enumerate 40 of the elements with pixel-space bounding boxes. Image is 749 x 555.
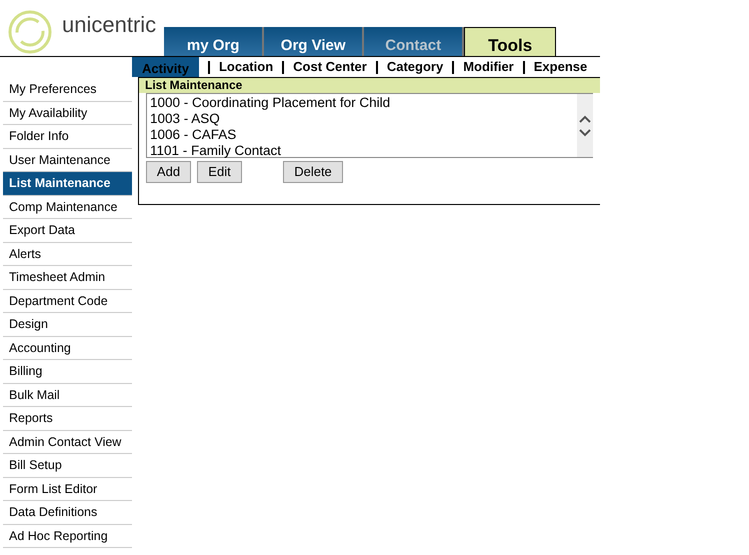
sidebar-item[interactable]: Alerts <box>3 242 132 266</box>
sidebar-item[interactable]: Data Definitions <box>3 501 132 524</box>
sidebar-item[interactable]: Department Code <box>3 290 132 313</box>
nav-tab[interactable]: Org View <box>264 27 364 56</box>
list-option[interactable]: 1101 - Family Contact <box>150 143 577 159</box>
sidebar-item[interactable]: List Maintenance <box>3 172 132 196</box>
sidebar-item[interactable]: Billing <box>3 360 132 384</box>
sidebar-item[interactable]: Reports <box>3 407 132 430</box>
sidebar-item[interactable]: Folder Info <box>3 125 132 148</box>
action-button[interactable]: Add <box>146 161 191 183</box>
subnav-link[interactable]: Category <box>386 57 444 77</box>
scrollbar[interactable] <box>577 94 593 157</box>
sidebar-item[interactable]: Design <box>3 313 132 336</box>
sidebar-item[interactable]: Accounting <box>3 336 132 360</box>
subnav-link[interactable]: Modifier <box>463 57 514 77</box>
action-button[interactable]: Edit <box>197 161 242 183</box>
action-button[interactable]: Delete <box>283 161 343 183</box>
subnav-link[interactable]: Cost Center <box>293 57 367 77</box>
list-option[interactable]: 1006 - CAFAS <box>150 127 577 143</box>
logo-text: unicentric <box>62 11 156 39</box>
scroll-up-icon[interactable] <box>579 114 591 122</box>
nav-tab[interactable]: Tools <box>464 27 556 56</box>
sidebar-item[interactable]: Admin Contact View <box>3 430 132 454</box>
list-option[interactable]: 1003 - ASQ <box>150 111 577 127</box>
sidebar-item[interactable]: Form List Editor <box>3 478 132 501</box>
sidebar-item[interactable]: My Availability <box>3 102 132 125</box>
subnav-link[interactable]: Expense <box>534 57 588 77</box>
subnav-link[interactable]: Location <box>218 57 274 77</box>
sidebar-item[interactable]: Bill Setup <box>3 454 132 478</box>
list-option[interactable]: 1000 - Coordinating Placement for Child <box>150 95 577 111</box>
scroll-down-icon[interactable] <box>579 128 591 136</box>
sidebar-item[interactable]: Export Data <box>3 219 132 242</box>
sidebar-item[interactable]: My Preferences <box>3 78 132 102</box>
logo-icon <box>8 10 52 54</box>
sidebar-item[interactable]: Bulk Mail <box>3 384 132 407</box>
sidebar-item[interactable]: Ad Hoc Reporting <box>3 524 132 548</box>
panel-title: List Maintenance <box>139 78 600 93</box>
sidebar-item[interactable]: Comp Maintenance <box>3 196 132 219</box>
sidebar-item[interactable]: Timesheet Admin <box>3 266 132 290</box>
nav-tab[interactable]: my Org <box>164 27 264 56</box>
